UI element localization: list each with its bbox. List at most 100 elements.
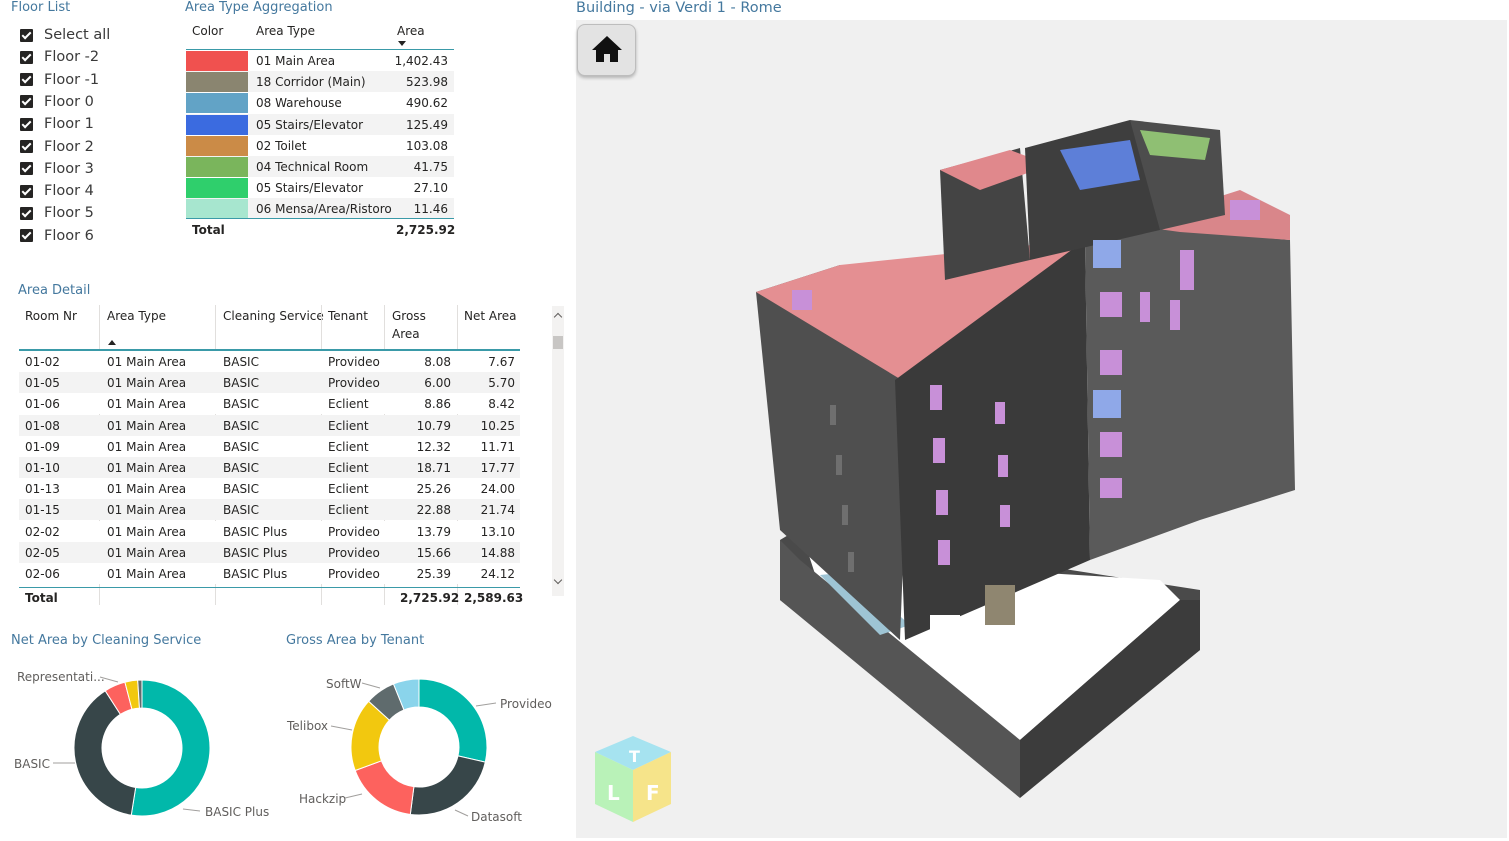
- building-3d-viewer[interactable]: T L F: [576, 20, 1507, 838]
- floor-checkbox-item[interactable]: Floor 2: [20, 137, 94, 157]
- color-swatch: [186, 114, 248, 135]
- table-row[interactable]: 01-06 01 Main Area BASIC Eclient 8.86 8.42: [19, 393, 520, 415]
- checkbox-checked-icon[interactable]: [20, 95, 33, 109]
- checkbox-checked-icon[interactable]: [20, 117, 33, 131]
- table-row[interactable]: 01-13 01 Main Area BASIC Eclient 25.26 24.00: [19, 478, 520, 500]
- detail-scrollbar[interactable]: [552, 306, 564, 596]
- floor-label: Select all: [44, 27, 111, 43]
- scroll-thumb[interactable]: [553, 336, 563, 349]
- donut2-label-softw: SoftW: [326, 677, 362, 691]
- cleaning-service-cell: BASIC: [223, 418, 259, 433]
- floor-checkbox-item[interactable]: Floor -2: [20, 47, 99, 67]
- detail-header-gross[interactable]: Gross Area: [392, 307, 426, 343]
- sort-asc-icon: [108, 340, 116, 345]
- floor-checkbox-item[interactable]: Floor 1: [20, 114, 94, 134]
- table-row[interactable]: 01-05 01 Main Area BASIC Provideo 6.00 5.70: [19, 372, 520, 394]
- checkbox-checked-icon[interactable]: [20, 184, 33, 198]
- donut1-label-representati: Representati...: [17, 670, 105, 684]
- agg-table-row[interactable]: 05 Stairs/Elevator 125.49: [186, 113, 454, 135]
- checkbox-checked-icon[interactable]: [20, 206, 33, 220]
- sort-desc-icon: [398, 41, 406, 46]
- floor-label: Floor 4: [44, 183, 94, 200]
- scroll-down-icon[interactable]: [553, 575, 563, 585]
- table-row[interactable]: 01-08 01 Main Area BASIC Eclient 10.79 10.25: [19, 414, 520, 436]
- tenant-cell: Provideo: [328, 545, 380, 560]
- agg-header-area[interactable]: Area: [397, 24, 425, 38]
- agg-table-row[interactable]: 04 Technical Room 41.75: [186, 156, 454, 177]
- detail-header-tenant[interactable]: Tenant: [328, 307, 368, 325]
- scroll-up-icon[interactable]: [553, 312, 563, 322]
- gross-area-cell: 8.86: [424, 397, 451, 412]
- area-type-cell: 01 Main Area: [107, 545, 187, 560]
- agg-area-value: 41.75: [413, 160, 448, 174]
- svg-text:L: L: [607, 781, 620, 805]
- checkbox-checked-icon[interactable]: [20, 229, 33, 243]
- donut2-slice[interactable]: [354, 760, 415, 816]
- detail-header-net[interactable]: Net Area: [464, 307, 517, 325]
- floor-label: Floor 1: [44, 116, 94, 133]
- detail-header-area-type[interactable]: Area Type: [107, 307, 166, 325]
- room-nr-cell: 01-08: [25, 418, 60, 433]
- cleaning-service-cell: BASIC: [223, 376, 259, 391]
- agg-header-area-type[interactable]: Area Type: [256, 24, 315, 38]
- agg-area-value: 11.46: [413, 202, 448, 217]
- area-type-cell: 01 Main Area: [107, 439, 187, 454]
- tenant-cell: Eclient: [328, 439, 369, 454]
- table-row[interactable]: 01-15 01 Main Area BASIC Eclient 22.88 21.74: [19, 499, 520, 521]
- donut2-slice[interactable]: [418, 678, 488, 763]
- floor-checkbox-item[interactable]: Floor 5: [20, 203, 94, 223]
- table-row[interactable]: 02-05 01 Main Area BASIC Plus Provideo 15.66…: [19, 541, 520, 563]
- area-type-cell: 01 Main Area: [107, 418, 187, 433]
- agg-area-type: 18 Corridor (Main): [256, 75, 366, 90]
- building-model[interactable]: [576, 20, 1507, 838]
- detail-header-cleaning[interactable]: Cleaning Service: [223, 307, 324, 325]
- donut1-leader-basic-plus: [182, 808, 201, 812]
- net-area-cell: 7.67: [488, 355, 515, 369]
- gross-area-tenant-title: Gross Area by Tenant: [286, 633, 425, 648]
- net-area-cleaning-title: Net Area by Cleaning Service: [11, 633, 202, 648]
- table-row[interactable]: 01-10 01 Main Area BASIC Eclient 18.71 17.77: [19, 457, 520, 478]
- tenant-cell: Eclient: [328, 482, 369, 497]
- gross-area-cell: 22.88: [416, 503, 451, 518]
- color-swatch: [186, 199, 248, 220]
- agg-table-row[interactable]: 08 Warehouse 490.62: [186, 92, 454, 114]
- agg-header-color[interactable]: Color: [192, 24, 223, 38]
- agg-area-type: 08 Warehouse: [256, 96, 342, 111]
- checkbox-checked-icon[interactable]: [20, 162, 33, 176]
- net-area-cell: 10.25: [480, 418, 515, 433]
- agg-table-row[interactable]: 18 Corridor (Main) 523.98: [186, 71, 454, 93]
- home-button[interactable]: [577, 24, 636, 76]
- floor-checkbox-item[interactable]: Floor 3: [20, 159, 94, 179]
- checkbox-checked-icon[interactable]: [20, 28, 33, 42]
- floor-checkbox-item[interactable]: Floor -1: [20, 70, 99, 90]
- donut2-slice[interactable]: [409, 755, 486, 816]
- area-type-cell: 01 Main Area: [107, 376, 187, 391]
- checkbox-checked-icon[interactable]: [20, 50, 33, 64]
- agg-table-row[interactable]: 05 Stairs/Elevator 27.10: [186, 177, 454, 199]
- checkbox-checked-icon[interactable]: [20, 73, 33, 87]
- agg-table-row[interactable]: 01 Main Area 1,402.43: [186, 50, 454, 71]
- table-row[interactable]: 02-02 01 Main Area BASIC Plus Provideo 13.79…: [19, 520, 520, 542]
- floor-checkbox-item[interactable]: Floor 4: [20, 181, 94, 201]
- checkbox-checked-icon[interactable]: [20, 140, 33, 153]
- donut1-slice[interactable]: [130, 679, 211, 817]
- donut2-leader-provideo: [475, 702, 497, 707]
- tlf-cube-icon[interactable]: T L F: [591, 732, 675, 828]
- agg-area-value: 125.49: [406, 117, 448, 132]
- floor-checkbox-item[interactable]: Floor 6: [20, 226, 94, 246]
- agg-table-row[interactable]: 02 Toilet 103.08: [186, 134, 454, 156]
- tenant-cell: Eclient: [328, 461, 369, 475]
- agg-area-value: 490.62: [406, 96, 448, 111]
- net-area-cell: 24.00: [480, 482, 515, 497]
- detail-total-label: Total: [25, 591, 58, 605]
- home-icon: [592, 36, 622, 62]
- detail-header-room[interactable]: Room Nr: [25, 307, 77, 325]
- agg-table-row[interactable]: 06 Mensa/Area/Ristoro 11.46: [186, 198, 454, 220]
- floor-checkbox-item[interactable]: Select all: [20, 25, 110, 45]
- floor-checkbox-item[interactable]: Floor 0: [20, 92, 94, 112]
- table-row[interactable]: 01-02 01 Main Area BASIC Provideo 8.08 7.67: [19, 351, 520, 372]
- table-row[interactable]: 01-09 01 Main Area BASIC Eclient 12.32 11.71: [19, 435, 520, 457]
- agg-total-value: 2,725.92: [396, 223, 456, 237]
- room-nr-cell: 01-06: [25, 397, 60, 412]
- table-row[interactable]: 02-06 01 Main Area BASIC Plus Provideo 25.39…: [19, 563, 520, 584]
